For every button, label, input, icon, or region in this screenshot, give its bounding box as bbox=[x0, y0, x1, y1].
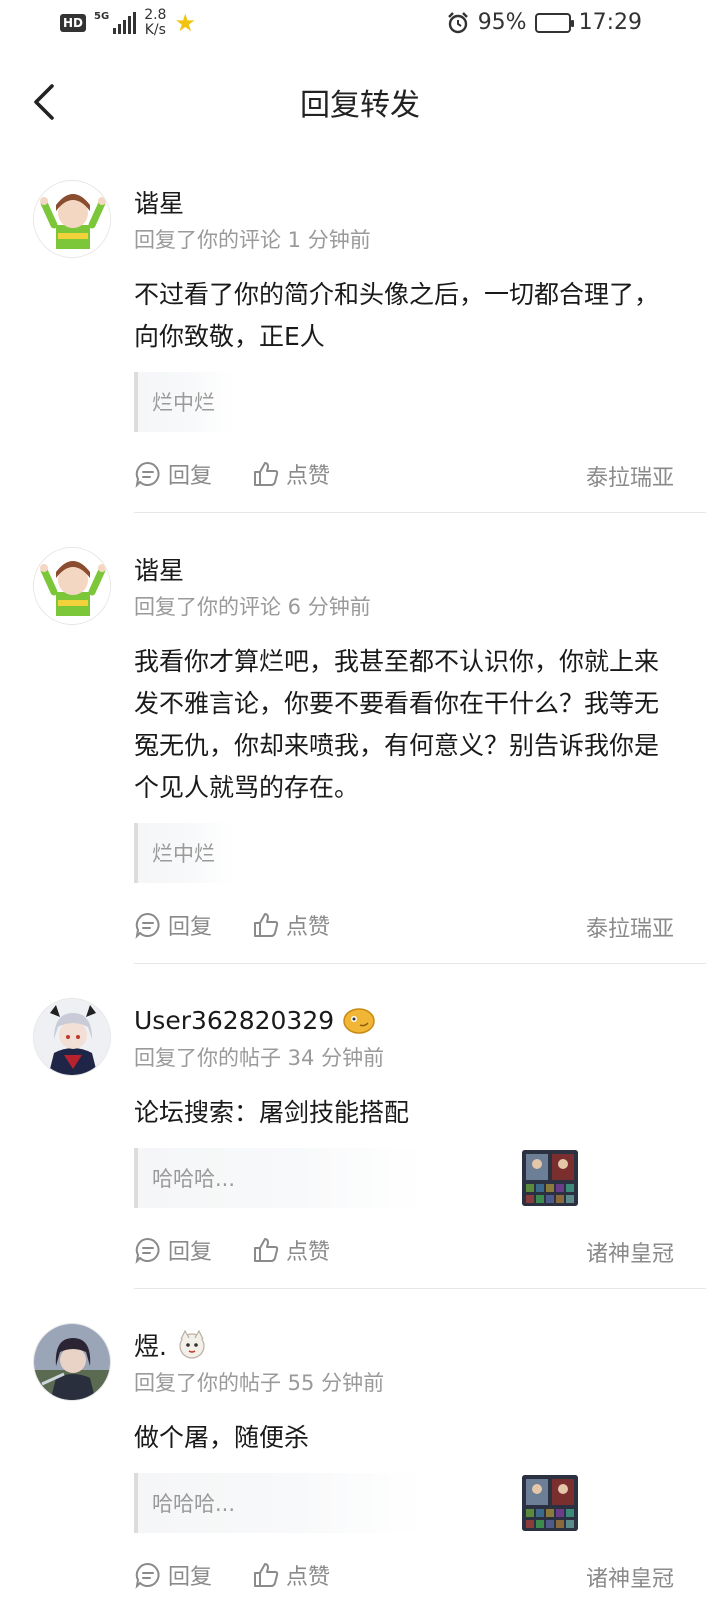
source-forum[interactable]: 诸神皇冠 bbox=[586, 1561, 674, 1593]
username-text[interactable]: 谐星 bbox=[134, 551, 184, 587]
reply-label: 回复 bbox=[168, 915, 213, 940]
post-thumbnail[interactable] bbox=[522, 1475, 578, 1531]
like-button[interactable]: 点赞 bbox=[252, 1234, 330, 1266]
quoted-text: 哈哈哈... bbox=[152, 1167, 236, 1191]
reply-meta: 回复了你的帖子 34 分钟前 bbox=[134, 1046, 385, 1070]
quoted-text: 烂中烂 bbox=[152, 842, 215, 866]
action-bar: 回复 点赞 诸神皇冠 bbox=[134, 1555, 706, 1595]
list-item[interactable]: 煜. 回复了你的帖子 55 分钟前 做个屠，随便杀 哈哈哈... 回复 点赞 诸… bbox=[0, 1323, 720, 1595]
thumbs-up-icon bbox=[254, 462, 279, 486]
reply-content[interactable]: 我看你才算烂吧，我甚至都不认识你，你就上来发不雅言论，你要不要看看你在干什么？我… bbox=[134, 641, 674, 809]
username-text[interactable]: 谐星 bbox=[134, 184, 184, 220]
pet-badge-icon bbox=[179, 1329, 205, 1359]
like-label: 点赞 bbox=[286, 1565, 331, 1590]
reply-meta: 回复了你的评论 6 分钟前 bbox=[134, 595, 371, 619]
divider bbox=[134, 1288, 706, 1289]
status-bar: HD 5G 2.8 K/s ★ 95% 17:29 bbox=[0, 0, 720, 50]
reply-button[interactable]: 回复 bbox=[134, 909, 212, 941]
comment-icon bbox=[135, 1237, 160, 1264]
battery-percent: 95% bbox=[477, 10, 527, 35]
comment-icon bbox=[135, 912, 160, 939]
username-text[interactable]: User362820329 bbox=[134, 1006, 334, 1035]
avatar[interactable] bbox=[33, 998, 111, 1076]
reply-label: 回复 bbox=[168, 464, 213, 489]
list-item[interactable]: 谐星 回复了你的评论 6 分钟前 我看你才算烂吧，我甚至都不认识你，你就上来发不… bbox=[0, 547, 720, 964]
list-item[interactable]: 谐星 回复了你的评论 1 分钟前 不过看了你的简介和头像之后，一切都合理了，向你… bbox=[0, 160, 720, 513]
like-button[interactable]: 点赞 bbox=[252, 909, 330, 941]
source-forum[interactable]: 诸神皇冠 bbox=[586, 1236, 674, 1268]
net-speed-unit: K/s bbox=[144, 22, 166, 38]
username[interactable]: 谐星 bbox=[134, 184, 706, 220]
quoted-post[interactable]: 哈哈哈... bbox=[134, 1148, 578, 1208]
like-label: 点赞 bbox=[286, 464, 331, 489]
reply-button[interactable]: 回复 bbox=[134, 1234, 212, 1266]
source-forum[interactable]: 泰拉瑞亚 bbox=[586, 460, 674, 492]
comment-icon bbox=[135, 1562, 160, 1589]
quoted-comment[interactable]: 烂中烂 bbox=[134, 372, 234, 432]
comment-icon bbox=[135, 461, 160, 488]
reply-content[interactable]: 不过看了你的简介和头像之后，一切都合理了，向你致敬，正E人 bbox=[134, 274, 674, 358]
reply-label: 回复 bbox=[168, 1240, 213, 1265]
quoted-comment[interactable]: 烂中烂 bbox=[134, 823, 234, 883]
quoted-text: 烂中烂 bbox=[152, 391, 215, 415]
post-thumbnail[interactable] bbox=[522, 1150, 578, 1206]
reply-meta: 回复了你的帖子 55 分钟前 bbox=[134, 1371, 385, 1395]
hd-badge: HD bbox=[60, 14, 87, 32]
username-text[interactable]: 煜. bbox=[134, 1327, 167, 1363]
battery-icon bbox=[534, 12, 574, 33]
like-button[interactable]: 点赞 bbox=[252, 458, 330, 490]
action-bar: 回复 点赞 泰拉瑞亚 bbox=[134, 905, 706, 945]
like-button[interactable]: 点赞 bbox=[252, 1559, 330, 1591]
reply-button[interactable]: 回复 bbox=[134, 1559, 212, 1591]
quoted-text: 哈哈哈... bbox=[152, 1492, 236, 1516]
like-label: 点赞 bbox=[286, 1240, 331, 1265]
divider bbox=[134, 963, 706, 964]
reply-label: 回复 bbox=[168, 1565, 213, 1590]
notification-list: 谐星 回复了你的评论 1 分钟前 不过看了你的简介和头像之后，一切都合理了，向你… bbox=[0, 160, 720, 1595]
thumbs-up-icon bbox=[254, 1238, 279, 1262]
reply-content[interactable]: 做个屠，随便杀 bbox=[134, 1417, 674, 1459]
list-item[interactable]: User362820329 回复了你的帖子 34 分钟前 论坛搜索：屠剑技能搭配… bbox=[0, 998, 720, 1289]
divider bbox=[134, 512, 706, 513]
thumbs-up-icon bbox=[254, 1563, 279, 1587]
reply-button[interactable]: 回复 bbox=[134, 458, 212, 490]
page-title: 回复转发 bbox=[300, 88, 420, 123]
avatar[interactable] bbox=[33, 1323, 111, 1401]
star-icon: ★ bbox=[174, 9, 196, 37]
network-type: 5G bbox=[94, 11, 110, 22]
username[interactable]: 谐星 bbox=[134, 551, 706, 587]
quoted-post[interactable]: 哈哈哈... bbox=[134, 1473, 578, 1533]
net-speed: 2.8 K/s bbox=[144, 8, 166, 38]
source-forum[interactable]: 泰拉瑞亚 bbox=[586, 911, 674, 943]
action-bar: 回复 点赞 泰拉瑞亚 bbox=[134, 454, 706, 494]
alarm-icon bbox=[447, 11, 468, 33]
signal-icon: 5G bbox=[94, 11, 137, 34]
reply-content[interactable]: 论坛搜索：屠剑技能搭配 bbox=[134, 1092, 674, 1134]
clock: 17:29 bbox=[578, 10, 642, 35]
top-bar: 回复转发 bbox=[0, 62, 720, 142]
reply-meta: 回复了你的评论 1 分钟前 bbox=[134, 228, 371, 252]
net-speed-value: 2.8 bbox=[144, 7, 167, 23]
like-label: 点赞 bbox=[286, 915, 331, 940]
username[interactable]: User362820329 bbox=[134, 1002, 706, 1038]
avatar[interactable] bbox=[33, 547, 111, 625]
username[interactable]: 煜. bbox=[134, 1327, 706, 1363]
avatar[interactable] bbox=[33, 180, 111, 258]
thumbs-up-icon bbox=[254, 913, 279, 937]
medal-badge-icon bbox=[343, 1008, 375, 1034]
action-bar: 回复 点赞 诸神皇冠 bbox=[134, 1230, 706, 1270]
